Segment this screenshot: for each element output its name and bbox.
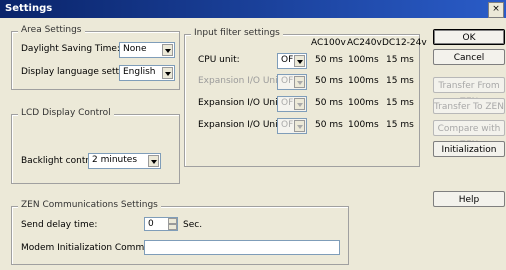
chevron-down-icon[interactable] — [294, 98, 305, 110]
compare-with-zen-button[interactable]: Compare with ZEN — [433, 120, 505, 150]
send-delay-label: Send delay time: — [21, 220, 98, 230]
modem-init-input[interactable] — [144, 240, 340, 255]
expansion-unit-1-ac100v: 50 ms — [315, 76, 343, 86]
chevron-down-icon[interactable] — [294, 76, 305, 88]
chevron-down-icon[interactable] — [294, 55, 305, 67]
zen-comm-legend: ZEN Communications Settings — [18, 200, 161, 210]
expansion-unit-2-dc: 15 ms — [386, 98, 414, 108]
send-delay-unit: Sec. — [183, 220, 203, 230]
zen-comm-group: ZEN Communications Settings Send delay t… — [11, 200, 349, 265]
expansion-unit-3-ac100v: 50 ms — [315, 120, 343, 130]
display-language-select[interactable]: English — [119, 65, 175, 81]
expansion-unit-1-dc: 15 ms — [386, 76, 414, 86]
cpu-unit-ac100v: 50 ms — [315, 55, 343, 65]
lcd-display-group: LCD Display Control Backlight control: 2… — [11, 108, 180, 184]
modem-init-label: Modem Initialization Command: — [21, 243, 165, 253]
spinner-buttons[interactable] — [168, 218, 177, 230]
window-title: Settings — [5, 3, 53, 14]
expansion-unit-1-ac240v: 100ms — [348, 76, 379, 86]
send-delay-value: 0 — [148, 219, 154, 229]
header-ac100v: AC100v — [311, 38, 346, 48]
daylight-saving-select[interactable]: None — [119, 42, 175, 58]
title-bar[interactable]: Settings × — [0, 0, 506, 18]
input-filter-group: Input filter settings AC100v AC240v DC12… — [184, 28, 427, 167]
chevron-down-icon[interactable] — [148, 155, 159, 167]
header-dc12-24v: DC12-24v — [382, 38, 427, 48]
initialization-button[interactable]: Initialization — [433, 141, 505, 157]
expansion-unit-2-ac100v: 50 ms — [315, 98, 343, 108]
cancel-button[interactable]: Cancel — [433, 49, 505, 65]
backlight-control-select[interactable]: 2 minutes — [88, 153, 161, 169]
chevron-down-icon[interactable] — [294, 120, 305, 132]
daylight-saving-value: None — [123, 44, 147, 54]
expansion-unit-2-ac240v: 100ms — [348, 98, 379, 108]
area-settings-legend: Area Settings — [18, 25, 85, 35]
send-delay-spinner[interactable]: 0 — [144, 217, 178, 231]
expansion-unit-3-select[interactable]: OFF — [277, 118, 307, 134]
spin-down-icon[interactable] — [168, 224, 177, 230]
expansion-unit-3-ac240v: 100ms — [348, 120, 379, 130]
display-language-value: English — [123, 67, 156, 77]
help-button[interactable]: Help — [433, 191, 505, 207]
expansion-unit-1-select[interactable]: OFF — [277, 74, 307, 90]
cpu-unit-dc: 15 ms — [386, 55, 414, 65]
cpu-unit-ac240v: 100ms — [348, 55, 379, 65]
chevron-down-icon[interactable] — [162, 67, 173, 79]
input-filter-legend: Input filter settings — [191, 28, 283, 38]
chevron-down-icon[interactable] — [162, 44, 173, 56]
area-settings-group: Area Settings Daylight Saving Time: None… — [11, 25, 180, 90]
daylight-saving-label: Daylight Saving Time: — [21, 44, 120, 54]
transfer-from-zen-button[interactable]: Transfer From ZEN — [433, 77, 505, 107]
cpu-unit-label: CPU unit: — [198, 55, 240, 65]
expansion-unit-2-select[interactable]: OFF — [277, 96, 307, 112]
settings-dialog: Settings × Area Settings Daylight Saving… — [0, 0, 506, 270]
backlight-control-value: 2 minutes — [92, 155, 138, 165]
lcd-display-legend: LCD Display Control — [18, 108, 114, 118]
cpu-unit-select[interactable]: OFF — [277, 53, 307, 69]
expansion-unit-3-dc: 15 ms — [386, 120, 414, 130]
ok-button[interactable]: OK — [433, 29, 505, 45]
header-ac240v: AC240v — [347, 38, 382, 48]
transfer-to-zen-button[interactable]: Transfer To ZEN — [433, 98, 505, 114]
close-button[interactable]: × — [488, 2, 504, 18]
